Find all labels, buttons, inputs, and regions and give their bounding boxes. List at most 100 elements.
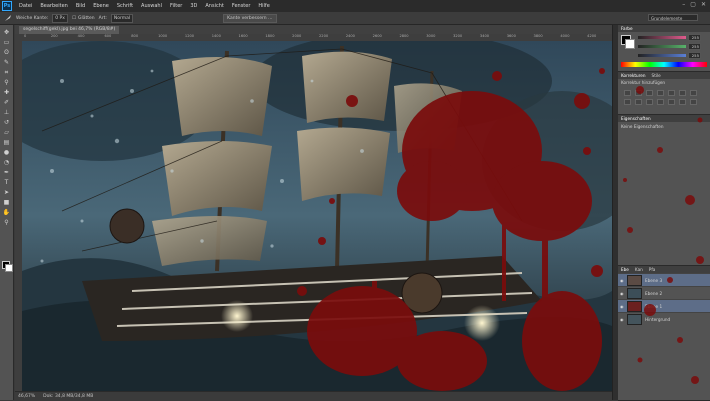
layer-row[interactable]: ◉ Ebene 2 bbox=[618, 286, 710, 299]
tab-stile[interactable]: Stile bbox=[652, 72, 661, 79]
visibility-eye-icon[interactable]: ◉ bbox=[620, 317, 624, 322]
brightness-icon[interactable] bbox=[624, 90, 631, 96]
layer-name: Ebene 3 bbox=[645, 277, 663, 283]
menu-ebene[interactable]: Ebene bbox=[89, 3, 113, 9]
green-slider-track[interactable] bbox=[638, 45, 686, 48]
tab-ebenen[interactable]: Ebe bbox=[621, 266, 629, 273]
ruler-tick-label: 400 bbox=[77, 34, 85, 38]
visibility-eye-icon[interactable]: ◉ bbox=[620, 304, 624, 309]
menu-bild[interactable]: Bild bbox=[72, 3, 89, 9]
color-balance-icon[interactable] bbox=[690, 90, 697, 96]
tab-eigenschaften[interactable]: Eigenschaften bbox=[621, 115, 651, 122]
ruler-tick-label: 4000 bbox=[560, 34, 570, 38]
smooth-checkbox[interactable]: ☐ Glätten bbox=[72, 16, 95, 21]
layer-row[interactable]: ◉ Hintergrund bbox=[618, 312, 710, 325]
minimize-icon[interactable]: – bbox=[682, 1, 685, 8]
history-brush-tool-icon[interactable]: ↺ bbox=[2, 118, 12, 127]
lasso-tool-icon[interactable]: ʘ bbox=[2, 48, 12, 57]
type-tool-icon[interactable]: T bbox=[2, 178, 12, 187]
ship-artwork bbox=[22, 41, 612, 391]
healing-tool-icon[interactable]: ✚ bbox=[2, 88, 12, 97]
red-value[interactable]: 255 bbox=[688, 34, 701, 41]
invert-icon[interactable] bbox=[668, 99, 675, 105]
tab-kanaele[interactable]: Kan bbox=[635, 266, 643, 273]
move-tool-icon[interactable]: ✥ bbox=[2, 28, 12, 37]
visibility-eye-icon[interactable]: ◉ bbox=[620, 291, 624, 296]
eraser-tool-icon[interactable]: ▱ bbox=[2, 128, 12, 137]
zoom-tool-icon[interactable]: ⚲ bbox=[2, 218, 12, 227]
menu-auswahl[interactable]: Auswahl bbox=[137, 3, 166, 9]
workspace-select[interactable]: Grundelemente bbox=[648, 14, 698, 21]
black-white-icon[interactable] bbox=[624, 99, 631, 105]
pen-tool-icon[interactable]: ✒ bbox=[2, 168, 12, 177]
stamp-tool-icon[interactable]: ⊥ bbox=[2, 108, 12, 117]
color-bg-swatch[interactable] bbox=[625, 39, 635, 49]
background-color-swatch[interactable] bbox=[5, 264, 13, 272]
tab-pfade[interactable]: Pfa bbox=[649, 266, 656, 273]
color-lookup-icon[interactable] bbox=[657, 99, 664, 105]
menu-bearbeiten[interactable]: Bearbeiten bbox=[36, 3, 71, 9]
crop-tool-icon[interactable]: ⌗ bbox=[2, 68, 12, 77]
feather-label: Weiche Kante: bbox=[16, 15, 49, 21]
ruler-tick-label: 2800 bbox=[399, 34, 409, 38]
document-tab[interactable]: segelschiff(gekl).jpg bei 46,7% (RGB/8#) bbox=[19, 26, 120, 34]
color-panel: Farbe 255 255 255 bbox=[618, 25, 710, 72]
quick-select-tool-icon[interactable]: ✎ bbox=[2, 58, 12, 67]
ruler-tick-label: 600 bbox=[104, 34, 112, 38]
brush-tool-icon[interactable]: ✐ bbox=[2, 98, 12, 107]
menu-fenster[interactable]: Fenster bbox=[228, 3, 255, 9]
layer-row[interactable]: ◉ Ebene 3 bbox=[618, 273, 710, 286]
color-slider-red[interactable]: 255 bbox=[638, 34, 710, 41]
exposure-icon[interactable] bbox=[657, 90, 664, 96]
zoom-level[interactable]: 46,67% bbox=[18, 394, 35, 399]
color-slider-green[interactable]: 255 bbox=[638, 43, 710, 50]
blue-value[interactable]: 255 bbox=[688, 52, 701, 59]
color-spectrum[interactable] bbox=[621, 62, 707, 67]
close-icon[interactable]: ✕ bbox=[701, 1, 706, 8]
brush-icon[interactable] bbox=[4, 14, 12, 22]
layer-row[interactable]: ◉ Ebene 1 bbox=[618, 299, 710, 312]
color-slider-blue[interactable]: 255 bbox=[638, 52, 710, 59]
eyedropper-tool-icon[interactable]: ⚲ bbox=[2, 78, 12, 87]
menu-ansicht[interactable]: Ansicht bbox=[201, 3, 227, 9]
threshold-icon[interactable] bbox=[690, 99, 697, 105]
document-canvas[interactable] bbox=[22, 41, 612, 391]
adjustments-title: Korrektur hinzufügen bbox=[621, 80, 666, 85]
ruler-tick-label: 1600 bbox=[238, 34, 248, 38]
blur-tool-icon[interactable]: ● bbox=[2, 148, 12, 157]
maximize-icon[interactable]: ▢ bbox=[690, 1, 696, 8]
marquee-tool-icon[interactable]: ▭ bbox=[2, 38, 12, 47]
vibrance-icon[interactable] bbox=[668, 90, 675, 96]
color-panel-title[interactable]: Farbe bbox=[621, 25, 633, 32]
photo-filter-icon[interactable] bbox=[635, 99, 642, 105]
red-slider-track[interactable] bbox=[638, 36, 686, 39]
layer-name: Hintergrund bbox=[645, 316, 671, 322]
adjustments-panel-header: Korrekturen Stile bbox=[618, 72, 710, 79]
green-value[interactable]: 255 bbox=[688, 43, 701, 50]
dodge-tool-icon[interactable]: ◔ bbox=[2, 158, 12, 167]
smooth-label: Glätten bbox=[77, 15, 95, 21]
path-select-tool-icon[interactable]: ➤ bbox=[2, 188, 12, 197]
refine-edge-button[interactable]: Kante verbessern … bbox=[223, 13, 277, 23]
channel-mixer-icon[interactable] bbox=[646, 99, 653, 105]
menu-3d[interactable]: 3D bbox=[186, 3, 201, 9]
feather-input[interactable]: 0 Px bbox=[52, 13, 68, 23]
shape-tool-icon[interactable]: ■ bbox=[2, 198, 12, 207]
menu-schrift[interactable]: Schrift bbox=[113, 3, 137, 9]
document-size: Dok: 34,8 MB/34,8 MB bbox=[43, 393, 94, 399]
style-select[interactable]: Normal bbox=[110, 13, 134, 23]
hue-saturation-icon[interactable] bbox=[679, 90, 686, 96]
menu-hilfe[interactable]: Hilfe bbox=[254, 3, 273, 9]
tab-korrekturen[interactable]: Korrekturen bbox=[621, 72, 646, 79]
menu-datei[interactable]: Datei bbox=[15, 3, 36, 9]
curves-icon[interactable] bbox=[646, 90, 653, 96]
gradient-tool-icon[interactable]: ▤ bbox=[2, 138, 12, 147]
hand-tool-icon[interactable]: ✋ bbox=[2, 208, 12, 217]
menu-filter[interactable]: Filter bbox=[166, 3, 186, 9]
levels-icon[interactable] bbox=[635, 90, 642, 96]
posterize-icon[interactable] bbox=[679, 99, 686, 105]
blue-slider-track[interactable] bbox=[638, 54, 686, 57]
visibility-eye-icon[interactable]: ◉ bbox=[620, 278, 624, 283]
ruler-tick-label: 1800 bbox=[265, 34, 275, 38]
photoshop-logo: Ps bbox=[2, 1, 12, 11]
